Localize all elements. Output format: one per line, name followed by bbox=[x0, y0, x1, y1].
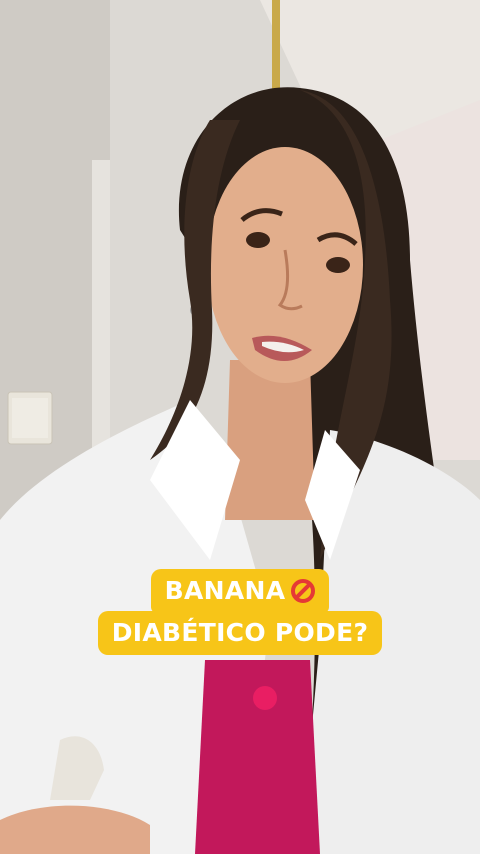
scene bbox=[0, 0, 480, 854]
caption-line-2-text: DIABÉTICO PODE? bbox=[111, 618, 369, 647]
caption-line-1: BANANA bbox=[150, 569, 330, 613]
caption: BANANA DIABÉTICO PODE? bbox=[0, 569, 480, 655]
light-switch-plate bbox=[12, 398, 48, 438]
caption-line-1-text: BANANA bbox=[164, 576, 286, 605]
video-frame: BANANA DIABÉTICO PODE? bbox=[0, 0, 480, 854]
blouse-button bbox=[253, 686, 277, 710]
right-eye bbox=[326, 257, 350, 273]
left-eye bbox=[246, 232, 270, 248]
caption-line-2: DIABÉTICO PODE? bbox=[97, 611, 383, 655]
prohibited-icon bbox=[291, 579, 316, 603]
neck bbox=[225, 360, 315, 520]
